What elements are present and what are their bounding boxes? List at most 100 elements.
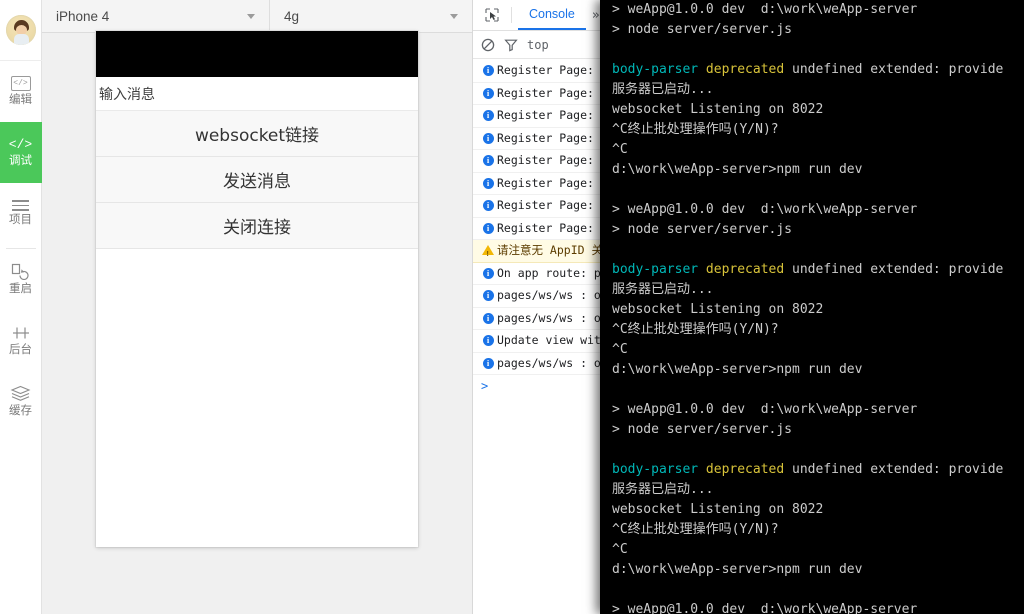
sidebar-item-cache[interactable]: 缓存 [0,371,42,432]
info-icon: i [482,87,494,99]
terminal-output-line: ^C [612,142,628,157]
info-icon: i [482,290,494,301]
terminal-deprecation-rest: undefined extended: provide [784,62,1004,77]
sidebar-item-label: 后台 [9,343,32,356]
info-icon: i [482,65,494,76]
close-connection-button[interactable]: 关闭连接 [96,203,418,249]
device-select-value: iPhone 4 [56,8,110,24]
info-icon: i [482,132,494,144]
terminal-output-line: d:\work\weApp-server>npm run dev [612,362,863,377]
sidebar-item-label: 编辑 [9,94,32,106]
simulator-pane: iPhone 4 4g 输入消息 websocket链接 发送消息 关闭连接 [42,0,472,614]
terminal-pkg-name: body-parser [612,62,699,77]
avatar[interactable] [0,0,42,61]
terminal-output-line: ^C终止批处理操作吗(Y/N)? [612,322,779,337]
tab-console[interactable]: Console [518,0,586,30]
chevron-down-icon [247,14,255,19]
terminal-pkg-name: body-parser [612,262,699,277]
refresh-icon [11,263,29,280]
terminal-output-line: websocket Listening on 8022 [612,502,824,517]
terminal-left-margin [600,0,612,614]
terminal-deprecation-rest: undefined extended: provide [784,262,1004,277]
terminal-output-line: d:\work\weApp-server>npm run dev [612,562,863,577]
message-input[interactable]: 输入消息 [96,77,418,111]
terminal-output: > weApp@1.0.0 dev d:\work\weApp-server > … [612,0,1024,614]
terminal-command-line: > weApp@1.0.0 dev d:\work\weApp-server [612,2,918,17]
info-icon: i [482,155,494,166]
info-icon: i [482,177,494,189]
terminal-deprecation-line: body-parser deprecated undefined extende… [612,60,1024,80]
wechat-devtools-window: </> 编辑 </> 调试 项目 重启 后台 缓存 iPhone 4 4g 输入… [0,0,1024,614]
sidebar-item-restart[interactable]: 重启 [0,249,42,310]
layers-icon [10,385,31,401]
network-icon [12,327,29,338]
sidebar-item-label: 缓存 [9,405,32,417]
network-select[interactable]: 4g [270,0,472,32]
terminal-command-line: > node server/server.js [612,222,793,237]
terminal-deprecation-rest: undefined extended: provide [784,462,1004,477]
terminal-command-line: > weApp@1.0.0 dev d:\work\weApp-server [612,602,918,614]
terminal-pkg-name: body-parser [612,462,699,477]
inspect-element-button[interactable] [479,4,505,26]
terminal-deprecation-line: body-parser deprecated undefined extende… [612,460,1024,480]
device-select[interactable]: iPhone 4 [42,0,270,32]
sidebar-item-label: 调试 [9,154,32,167]
sidebar-item-project[interactable]: 项目 [0,183,42,244]
terminal-output-line: 服务器已启动... [612,482,714,497]
simulator-toolbar: iPhone 4 4g [42,0,472,33]
toolbar-divider [511,7,512,23]
info-icon: i [482,312,494,324]
info-icon: i [482,357,494,369]
network-select-value: 4g [284,8,300,24]
info-icon: i [482,222,494,234]
sidebar-item-debug[interactable]: </> 调试 [0,122,42,183]
console-context-select[interactable]: top [527,38,549,52]
websocket-connect-button[interactable]: websocket链接 [96,111,418,157]
chevron-down-icon [450,14,458,19]
info-icon: i [482,267,494,279]
terminal-output-line: ^C [612,542,628,557]
phone-status-bar [96,31,418,77]
terminal-deprecated-word: deprecated [705,62,785,77]
terminal-output-line: 服务器已启动... [612,282,714,297]
terminal-output-line: ^C终止批处理操作吗(Y/N)? [612,122,779,137]
sidebar-item-edit[interactable]: </> 编辑 [0,61,42,122]
sidebar-item-backend[interactable]: 后台 [0,310,42,371]
terminal-command-line: > weApp@1.0.0 dev d:\work\weApp-server [612,402,918,417]
phone-simulator: 输入消息 websocket链接 发送消息 关闭连接 [96,31,418,547]
cmd-terminal-window[interactable]: > weApp@1.0.0 dev d:\work\weApp-server > … [600,0,1024,614]
terminal-command-line: > node server/server.js [612,422,793,437]
terminal-deprecated-word: deprecated [705,262,785,277]
send-message-button[interactable]: 发送消息 [96,157,418,203]
warning-icon [482,245,494,261]
terminal-output-line: 服务器已启动... [612,82,714,97]
menu-lines-icon [12,200,29,211]
info-icon: i [482,200,494,211]
terminal-deprecation-line: body-parser deprecated undefined extende… [612,260,1024,280]
terminal-command-line: > node server/server.js [612,22,793,37]
no-entry-icon[interactable] [481,38,495,52]
funnel-icon[interactable] [504,38,518,52]
cursor-select-icon [485,8,499,22]
code-box-icon: </> [10,76,31,91]
terminal-output-line: ^C [612,342,628,357]
code-icon: </> [8,136,33,152]
info-icon: i [482,110,494,121]
sidebar-item-label: 重启 [9,283,32,295]
sidebar-item-label: 项目 [9,213,32,226]
terminal-output-line: websocket Listening on 8022 [612,302,824,317]
terminal-output-line: ^C终止批处理操作吗(Y/N)? [612,522,779,537]
terminal-output-line: d:\work\weApp-server>npm run dev [612,162,863,177]
phone-screen: 输入消息 websocket链接 发送消息 关闭连接 [96,77,418,249]
terminal-output-line: websocket Listening on 8022 [612,102,824,117]
avatar-image [5,15,36,45]
left-sidebar: </> 编辑 </> 调试 项目 重启 后台 缓存 [0,0,42,614]
terminal-deprecated-word: deprecated [705,462,785,477]
info-icon: i [482,335,494,346]
